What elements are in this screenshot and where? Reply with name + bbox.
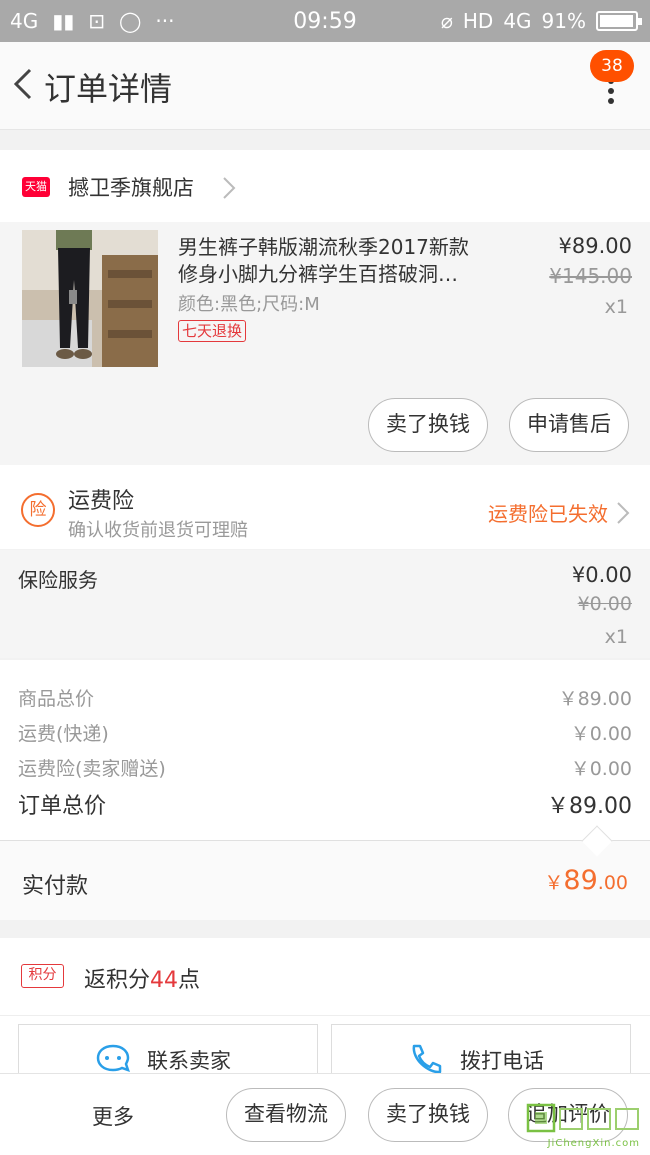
insurance-service-item: 保险服务 ¥0.00 ¥0.00 x1 [0,550,650,658]
product-item[interactable]: 男生裤子韩版潮流秋季2017新款 修身小脚九分裤学生百搭破洞… 颜色:黑色;尺码… [0,222,650,465]
insurance-icon: 险 [21,493,55,527]
after-sale-button[interactable]: 申请售后 [509,398,629,452]
watermark-logo [526,1103,639,1133]
summary-value: ￥0.00 [570,723,632,745]
status-bar: 4G ▮▮ ⊡ ◯ ··· 09:59 ⌀ HD 4G 91% [0,0,650,42]
network-indicator-right: 4G [503,9,532,33]
chat-bubble-icon [96,1044,130,1072]
price-summary: 商品总价 ￥89.00 运费(快递) ￥0.00 运费险(卖家赠送) ￥0.00… [0,660,650,840]
page-title: 订单详情 [44,70,173,108]
summary-row: 商品总价 ￥89.00 [18,684,632,711]
more-menu-icon[interactable] [608,78,616,108]
contact-seller-label: 联系卖家 [147,1049,231,1073]
return-policy-tag: 七天退换 [178,320,247,342]
insurance-title: 运费险 [68,489,135,514]
service-quantity: x1 [604,626,628,648]
mute-icon: ⌀ [440,9,453,33]
insurance-status: 运费险已失效 [488,502,608,526]
points-value: 44 [150,968,179,993]
back-arrow-icon[interactable] [8,64,38,104]
shop-name: 撼卫季旗舰店 [68,176,194,200]
product-thumbnail[interactable] [22,230,158,367]
summary-row: 运费(快递) ￥0.00 [18,719,632,746]
product-spec: 颜色:黑色;尺码:M [178,294,320,315]
tmall-icon: 天猫 [22,177,50,197]
summary-label: 运费(快递) [18,723,109,745]
watermark: JiChengXin.com [526,1103,644,1149]
call-phone-label: 拨打电话 [460,1049,544,1073]
points-row: 积分 返积分44点 [0,938,650,1016]
order-total-label: 订单总价 [18,794,107,819]
actual-payment-label: 实付款 [22,874,89,899]
summary-value: ￥0.00 [570,758,632,780]
chevron-right-icon [617,502,630,524]
summary-label: 运费险(卖家赠送) [18,758,166,780]
more-button[interactable]: 更多 [92,1101,134,1131]
nav-bar: 订单详情 38 [0,42,650,130]
amount-integer: 89 [563,865,598,896]
product-price: ¥89.00 [558,234,632,258]
product-original-price: ¥145.00 [549,264,632,288]
notification-badge: 38 [590,50,634,82]
summary-label: 商品总价 [18,688,95,710]
resell-button[interactable]: 卖了换钱 [368,398,488,452]
shipping-insurance-row[interactable]: 险 运费险 确认收货前退货可理赔 运费险已失效 [0,465,650,549]
order-total-value: ￥89.00 [547,794,632,819]
product-title-line-1: 男生裤子韩版潮流秋季2017新款 [178,235,469,259]
view-logistics-button[interactable]: 查看物流 [226,1088,346,1142]
watermark-site: JiChengXin.com [547,1138,640,1149]
contact-actions: 联系卖家 拨打电话 [0,1016,650,1086]
hd-indicator: HD [462,9,494,33]
points-tag: 积分 [21,964,64,988]
currency-symbol: ￥ [544,872,564,894]
actual-payment-amount: ￥89.00 [544,865,628,896]
resell-button-bottom[interactable]: 卖了换钱 [368,1088,488,1142]
actual-payment: 实付款 ￥89.00 [0,840,650,920]
service-name: 保险服务 [18,568,98,592]
amount-decimal: .00 [597,872,628,894]
points-suffix: 点 [178,968,201,993]
status-right: ⌀ HD 4G 91% [440,9,642,33]
shop-row[interactable]: 天猫 撼卫季旗舰店 [0,150,650,222]
product-title-line-2: 修身小脚九分裤学生百搭破洞… [178,262,458,286]
summary-value: ￥89.00 [558,688,632,710]
insurance-subtitle: 确认收货前退货可理赔 [68,520,248,541]
phone-icon [412,1044,442,1074]
service-original-price: ¥0.00 [577,593,632,615]
points-prefix: 返积分 [84,968,151,993]
battery-percent: 91% [541,9,586,33]
service-price: ¥0.00 [571,563,632,587]
summary-row: 运费险(卖家赠送) ￥0.00 [18,754,632,781]
points-text: 返积分44点 [84,962,200,994]
chevron-right-icon [223,177,236,199]
product-quantity: x1 [604,296,628,318]
order-total-row: 订单总价 ￥89.00 [18,788,632,820]
battery-icon [596,11,642,31]
product-title[interactable]: 男生裤子韩版潮流秋季2017新款 修身小脚九分裤学生百搭破洞… [178,234,498,288]
